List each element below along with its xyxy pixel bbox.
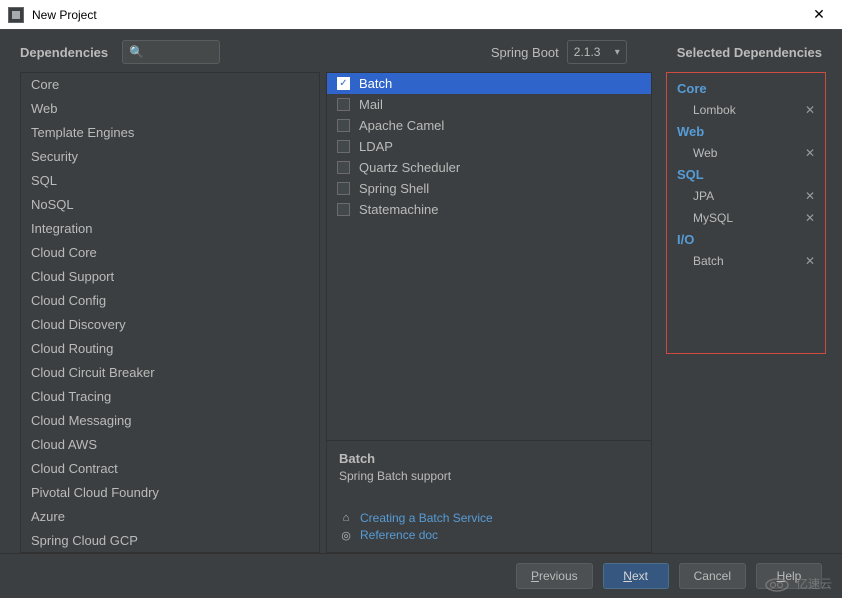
selected-item[interactable]: Batch ✕ xyxy=(671,250,821,272)
category-list[interactable]: CoreWebTemplate EnginesSecuritySQLNoSQLI… xyxy=(20,72,320,553)
selected-item-label: MySQL xyxy=(693,211,733,225)
header-row: Dependencies 🔍 Spring Boot 2.1.3 Selecte… xyxy=(0,30,842,72)
dependency-info: Batch Spring Batch support ⌂ Creating a B… xyxy=(327,440,651,552)
checkbox-icon[interactable] xyxy=(337,161,350,174)
category-item[interactable]: Pivotal Cloud Foundry xyxy=(21,481,319,505)
dependency-item[interactable]: Statemachine xyxy=(327,199,651,220)
category-item[interactable]: Template Engines xyxy=(21,121,319,145)
window-title: New Project xyxy=(32,8,804,22)
category-item[interactable]: Core xyxy=(21,73,319,97)
category-item[interactable]: Cloud Routing xyxy=(21,337,319,361)
remove-icon[interactable]: ✕ xyxy=(805,103,815,117)
next-button[interactable]: Next xyxy=(603,563,669,589)
search-icon: 🔍 xyxy=(129,45,144,59)
selected-item-label: Batch xyxy=(693,254,724,268)
dependency-item[interactable]: ✓ Batch xyxy=(327,73,651,94)
checkbox-icon[interactable] xyxy=(337,119,350,132)
category-item[interactable]: Spring Cloud GCP xyxy=(21,529,319,553)
cancel-button[interactable]: Cancel xyxy=(679,563,746,589)
category-item[interactable]: Web xyxy=(21,97,319,121)
remove-icon[interactable]: ✕ xyxy=(805,189,815,203)
spring-boot-version-value: 2.1.3 xyxy=(574,45,601,59)
selected-dependencies-label: Selected Dependencies xyxy=(677,45,822,60)
category-item[interactable]: Cloud Messaging xyxy=(21,409,319,433)
selected-group-header: I/O xyxy=(671,229,821,250)
info-title: Batch xyxy=(339,451,639,466)
selected-item[interactable]: JPA ✕ xyxy=(671,185,821,207)
checkbox-icon[interactable] xyxy=(337,203,350,216)
info-description: Spring Batch support xyxy=(339,469,639,483)
dependency-item-label: Apache Camel xyxy=(359,118,444,133)
search-input[interactable]: 🔍 xyxy=(122,40,220,64)
checkbox-icon[interactable]: ✓ xyxy=(337,77,350,90)
dependencies-label: Dependencies xyxy=(20,45,108,60)
watermark: 亿速云 xyxy=(764,574,832,592)
selected-group-header: SQL xyxy=(671,164,821,185)
dependency-item[interactable]: Mail xyxy=(327,94,651,115)
category-item[interactable]: NoSQL xyxy=(21,193,319,217)
selected-item[interactable]: Lombok ✕ xyxy=(671,99,821,121)
remove-icon[interactable]: ✕ xyxy=(805,146,815,160)
dependency-item[interactable]: LDAP xyxy=(327,136,651,157)
dependency-item-label: Statemachine xyxy=(359,202,439,217)
dependency-item[interactable]: Apache Camel xyxy=(327,115,651,136)
info-link-text[interactable]: Reference doc xyxy=(360,528,438,542)
app-icon xyxy=(8,7,24,23)
selected-item-label: Web xyxy=(693,146,717,160)
category-item[interactable]: Cloud Core xyxy=(21,241,319,265)
selected-item[interactable]: Web ✕ xyxy=(671,142,821,164)
selected-item[interactable]: MySQL ✕ xyxy=(671,207,821,229)
titlebar: New Project ✕ xyxy=(0,0,842,30)
dependency-item[interactable]: Quartz Scheduler xyxy=(327,157,651,178)
selected-group-header: Core xyxy=(671,78,821,99)
main-area: CoreWebTemplate EnginesSecuritySQLNoSQLI… xyxy=(0,72,842,553)
category-item[interactable]: Cloud Discovery xyxy=(21,313,319,337)
checkbox-icon[interactable] xyxy=(337,140,350,153)
link-icon: ◎ xyxy=(339,529,353,542)
dependency-item-label: Quartz Scheduler xyxy=(359,160,460,175)
spring-boot-label: Spring Boot xyxy=(491,45,559,60)
category-item[interactable]: Cloud Tracing xyxy=(21,385,319,409)
dependency-item-label: Spring Shell xyxy=(359,181,429,196)
selected-item-label: Lombok xyxy=(693,103,736,117)
category-item[interactable]: Cloud Contract xyxy=(21,457,319,481)
dependency-item-label: Batch xyxy=(359,76,392,91)
remove-icon[interactable]: ✕ xyxy=(805,211,815,225)
category-item[interactable]: Cloud AWS xyxy=(21,433,319,457)
category-item[interactable]: Integration xyxy=(21,217,319,241)
category-item[interactable]: Azure xyxy=(21,505,319,529)
previous-button[interactable]: Previous xyxy=(516,563,593,589)
category-item[interactable]: Cloud Circuit Breaker xyxy=(21,361,319,385)
info-link[interactable]: ◎ Reference doc xyxy=(339,528,639,542)
remove-icon[interactable]: ✕ xyxy=(805,254,815,268)
category-item[interactable]: Cloud Config xyxy=(21,289,319,313)
dependency-item-label: Mail xyxy=(359,97,383,112)
info-link-text[interactable]: Creating a Batch Service xyxy=(360,511,493,525)
selected-dependencies-panel: Core Lombok ✕ Web Web ✕ SQL JPA ✕ MySQL ✕ I/O Batch ✕ xyxy=(666,72,826,354)
category-item[interactable]: SQL xyxy=(21,169,319,193)
button-bar: Previous Next Cancel Help xyxy=(0,553,842,598)
spring-boot-version-dropdown[interactable]: 2.1.3 xyxy=(567,40,627,64)
checkbox-icon[interactable] xyxy=(337,98,350,111)
new-project-dialog: New Project ✕ Dependencies 🔍 Spring Boot… xyxy=(0,0,842,598)
selected-group-header: Web xyxy=(671,121,821,142)
cloud-icon xyxy=(764,574,790,592)
checkbox-icon[interactable] xyxy=(337,182,350,195)
dependency-item-label: LDAP xyxy=(359,139,393,154)
category-item[interactable]: Cloud Support xyxy=(21,265,319,289)
category-item[interactable]: Security xyxy=(21,145,319,169)
close-icon[interactable]: ✕ xyxy=(804,0,834,30)
dependency-panel: ✓ Batch Mail Apache Camel LDAP Quartz Schedul… xyxy=(326,72,652,553)
dependency-list[interactable]: ✓ Batch Mail Apache Camel LDAP Quartz Schedul… xyxy=(327,73,651,440)
selected-item-label: JPA xyxy=(693,189,714,203)
dependency-item[interactable]: Spring Shell xyxy=(327,178,651,199)
link-icon: ⌂ xyxy=(339,512,353,524)
info-link[interactable]: ⌂ Creating a Batch Service xyxy=(339,511,639,525)
